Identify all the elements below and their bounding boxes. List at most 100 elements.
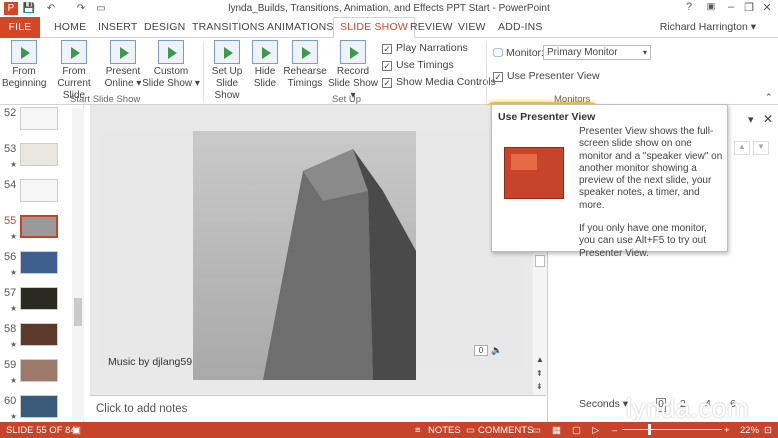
slide-thumbnail-image bbox=[20, 251, 58, 274]
spelling-icon[interactable]: ▣ bbox=[72, 425, 81, 436]
slide-sorter-icon[interactable]: ▦ bbox=[552, 425, 561, 436]
chevron-down-icon: ▾ bbox=[642, 48, 647, 57]
show-media-controls-checkbox[interactable]: ✓ Show Media Controls bbox=[382, 76, 496, 88]
animation-star-icon: ★ bbox=[10, 232, 18, 241]
user-account[interactable]: Richard Harrington ▾ bbox=[660, 21, 756, 33]
building-photo[interactable] bbox=[193, 131, 416, 380]
comments-icon: ▭ bbox=[466, 425, 475, 436]
help-button[interactable]: ? bbox=[682, 1, 696, 13]
tooltip-paragraph: Presenter View shows the full-screen sli… bbox=[579, 126, 723, 211]
zoom-in-icon[interactable]: + bbox=[724, 425, 730, 436]
title-bar: P 💾 ↶ ↷ ▭ lynda_Builds, Transitions, Ani… bbox=[0, 0, 778, 17]
notes-placeholder: Click to add notes bbox=[96, 403, 188, 415]
normal-view-icon[interactable]: ▭ bbox=[532, 425, 541, 436]
tooltip-paragraph: If you only have one monitor, you can us… bbox=[579, 223, 707, 259]
from-beginning-button[interactable]: From Beginning bbox=[2, 40, 46, 90]
use-timings-checkbox[interactable]: ✓ Use Timings bbox=[382, 59, 454, 71]
seconds-dropdown[interactable]: Seconds ▾ bbox=[579, 398, 628, 410]
record-slide-show-button[interactable]: Record Slide Show ▾ bbox=[326, 40, 380, 102]
tab-home[interactable]: HOME bbox=[54, 21, 86, 33]
use-timings-label: Use Timings bbox=[396, 59, 454, 71]
animation-star-icon: ★ bbox=[10, 304, 18, 313]
slide-thumbnail-image bbox=[20, 143, 58, 166]
restore-button[interactable]: ❐ bbox=[742, 1, 756, 14]
collapse-ribbon-icon[interactable]: ⌃ bbox=[765, 92, 773, 103]
from-current-slide-button[interactable]: From Current Slide bbox=[46, 40, 102, 102]
slide-thumbnail[interactable]: 53 ★ bbox=[4, 143, 80, 173]
slide-thumbnail[interactable]: 57 ★ bbox=[4, 287, 80, 317]
tab-add-ins[interactable]: ADD-INS bbox=[498, 21, 543, 33]
slide-show-icon[interactable]: ▷ bbox=[592, 425, 599, 436]
comments-button[interactable]: COMMENTS bbox=[478, 425, 533, 436]
slide-thumbnail[interactable]: 58 ★ bbox=[4, 323, 80, 353]
slide-thumbnail[interactable]: 59 ★ bbox=[4, 359, 80, 389]
move-up-icon[interactable]: ▲ bbox=[734, 141, 750, 155]
set-up-slide-show-button[interactable]: Set Up Slide Show bbox=[204, 40, 250, 102]
tab-view[interactable]: VIEW bbox=[458, 21, 486, 33]
rehearse-timings-button[interactable]: Rehearse Timings bbox=[283, 40, 327, 90]
fit-to-window-icon[interactable]: ⊡ bbox=[764, 425, 772, 436]
tab-transitions[interactable]: TRANSITIONS bbox=[192, 21, 265, 33]
pane-options-icon[interactable]: ▾ bbox=[748, 113, 754, 126]
slide-thumbnail[interactable]: 60 ★ bbox=[4, 395, 80, 425]
ribbon-display-options-icon[interactable]: ▣ bbox=[704, 1, 718, 12]
slide-number: 56 bbox=[4, 251, 17, 263]
present-online-label: Present Online ▾ bbox=[104, 66, 142, 89]
zoom-slider-thumb[interactable] bbox=[648, 424, 651, 435]
check-icon: ✓ bbox=[493, 72, 503, 82]
zoom-slider[interactable] bbox=[622, 429, 722, 430]
tab-slide-show[interactable]: SLIDE SHOW bbox=[333, 17, 415, 39]
window-title: lynda_Builds, Transitions, Animation, an… bbox=[228, 3, 550, 14]
zoom-level[interactable]: 22% bbox=[740, 425, 759, 436]
check-icon: ✓ bbox=[382, 61, 392, 71]
previous-slide-icon[interactable]: ⇞ bbox=[536, 369, 543, 378]
scroll-up-icon[interactable]: ▲ bbox=[536, 355, 544, 364]
media-time-indicator: 0 bbox=[474, 345, 488, 356]
tab-insert[interactable]: INSERT bbox=[98, 21, 138, 33]
tab-file[interactable]: FILE bbox=[0, 17, 40, 38]
custom-show-label: Custom Slide Show ▾ bbox=[142, 66, 200, 89]
use-presenter-view-checkbox[interactable]: ✓ Use Presenter View bbox=[493, 70, 600, 82]
next-slide-icon[interactable]: ⇟ bbox=[536, 382, 543, 391]
slide-thumbnail[interactable]: 52 bbox=[4, 107, 80, 137]
tab-animations[interactable]: ANIMATIONS bbox=[267, 21, 334, 33]
zoom-out-icon[interactable]: – bbox=[612, 425, 617, 436]
notes-button[interactable]: NOTES bbox=[428, 425, 461, 436]
volume-icon[interactable]: 🔈 bbox=[491, 345, 502, 356]
flatiron-building-image bbox=[263, 149, 416, 380]
present-online-button[interactable]: Present Online ▾ bbox=[104, 40, 142, 90]
scrollbar-thumb[interactable] bbox=[74, 298, 82, 326]
status-bar: SLIDE 55 OF 84 ▣ ≡ NOTES ▭ COMMENTS ▭ ▦ … bbox=[0, 422, 778, 438]
thumbnails-scrollbar[interactable] bbox=[72, 108, 84, 420]
ribbon-tabs: FILE HOME INSERT DESIGN TRANSITIONS ANIM… bbox=[0, 17, 778, 39]
move-down-icon[interactable]: ▼ bbox=[753, 141, 769, 155]
slide-thumbnail-selected[interactable]: 55 ★ bbox=[4, 215, 80, 245]
close-button[interactable]: ✕ bbox=[760, 1, 774, 14]
ribbon-slide-show: From Beginning From Current Slide Presen… bbox=[0, 38, 778, 124]
presenter-view-tooltip: Use Presenter View Presenter View shows … bbox=[491, 104, 728, 259]
custom-show-icon bbox=[158, 40, 184, 64]
presenter-view-label: Use Presenter View bbox=[507, 70, 600, 82]
slide-number: 55 bbox=[4, 215, 17, 227]
scrollbar-thumb[interactable] bbox=[535, 255, 545, 267]
notes-pane[interactable]: Click to add notes bbox=[90, 395, 546, 422]
monitor-select[interactable]: Primary Monitor ▾ bbox=[543, 45, 651, 60]
monitor-value: Primary Monitor bbox=[547, 47, 618, 58]
monitor-icon: 🖵 bbox=[493, 47, 507, 59]
tab-design[interactable]: DESIGN bbox=[144, 21, 185, 33]
tooltip-body: Presenter View shows the full-screen sli… bbox=[579, 126, 725, 271]
slide-thumbnail-image bbox=[20, 179, 58, 202]
slide-number: 57 bbox=[4, 287, 17, 299]
reading-view-icon[interactable]: ▢ bbox=[572, 425, 581, 436]
slide-number: 54 bbox=[4, 179, 17, 191]
minimize-button[interactable]: – bbox=[724, 1, 738, 13]
custom-slide-show-button[interactable]: Custom Slide Show ▾ bbox=[142, 40, 200, 90]
tooltip-title: Use Presenter View bbox=[498, 111, 596, 123]
slide-thumbnail[interactable]: 56 ★ bbox=[4, 251, 80, 281]
hide-slide-button[interactable]: Hide Slide bbox=[252, 40, 278, 90]
play-narrations-checkbox[interactable]: ✓ Play Narrations bbox=[382, 42, 468, 54]
play-from-current-icon bbox=[61, 40, 87, 64]
slide-thumbnail[interactable]: 54 bbox=[4, 179, 80, 209]
close-pane-icon[interactable]: ✕ bbox=[763, 112, 773, 126]
tab-review[interactable]: REVIEW bbox=[410, 21, 453, 33]
